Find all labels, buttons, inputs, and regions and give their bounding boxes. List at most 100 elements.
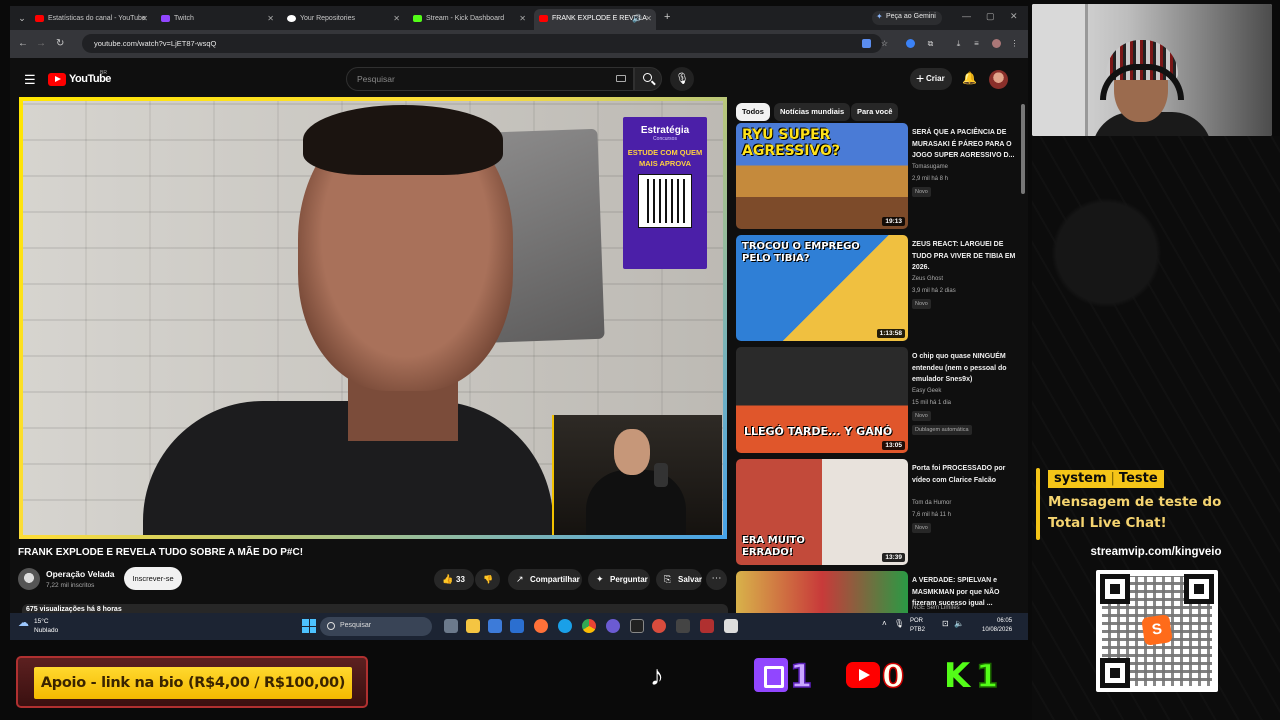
video-thumbnail: RYU SUPER AGRESSIVO? 19:13 xyxy=(736,123,908,229)
new-badge: Novo xyxy=(912,187,931,197)
tab-youtube-studio[interactable]: Estatísticas do canal - YouTube ✕ xyxy=(30,9,152,30)
create-button[interactable]: Criar xyxy=(910,68,952,90)
youtube-logo-icon[interactable] xyxy=(48,73,66,86)
new-tab-icon[interactable]: + xyxy=(664,11,670,23)
notifications-bell-icon[interactable]: 🔔 xyxy=(962,71,977,85)
app-icon[interactable] xyxy=(652,619,666,633)
task-view-icon[interactable] xyxy=(444,619,458,633)
twitch-logo-icon xyxy=(754,658,788,692)
tab-github[interactable]: Your Repositories ✕ xyxy=(282,9,404,30)
extensions-puzzle-icon[interactable]: ⧉ xyxy=(926,39,935,48)
tray-mic-icon[interactable]: 🎙 xyxy=(894,619,904,628)
store-icon[interactable] xyxy=(488,619,502,633)
translate-icon[interactable] xyxy=(862,39,871,48)
bookmark-star-icon[interactable]: ☆ xyxy=(880,39,889,48)
start-windows-icon[interactable] xyxy=(302,619,316,633)
speaker-icon[interactable]: 🔊 xyxy=(632,14,642,23)
tab-kick[interactable]: Stream - Kick Dashboard ✕ xyxy=(408,9,530,30)
streamer-webcam xyxy=(1032,4,1272,136)
app-icon[interactable] xyxy=(724,619,738,633)
search-button[interactable] xyxy=(634,67,662,91)
weather-desc: Nublado xyxy=(34,627,59,634)
profile-icon[interactable] xyxy=(992,39,1001,48)
reload-icon[interactable]: ↻ xyxy=(56,38,64,49)
tab-twitch[interactable]: Twitch ✕ xyxy=(156,9,278,30)
chrome-icon[interactable] xyxy=(582,619,596,633)
voice-search-mic-icon[interactable]: 🎙 xyxy=(670,67,694,91)
volume-icon[interactable]: 🔈 xyxy=(954,619,964,628)
close-tab-icon[interactable]: ✕ xyxy=(519,14,526,23)
maximize-icon[interactable]: ▢ xyxy=(986,11,995,22)
hamburger-menu-icon[interactable]: ☰ xyxy=(24,72,36,88)
address-bar[interactable]: youtube.com/watch?v=LjET87-wsqQ xyxy=(82,34,882,53)
sponsor-banner: Estratégia Concursos ESTUDE COM QUEM MAI… xyxy=(623,117,707,269)
channel-name[interactable]: Operação Velada xyxy=(46,569,115,579)
app-icon[interactable] xyxy=(676,619,690,633)
video-thumbnail xyxy=(736,571,908,617)
like-button[interactable]: 👍 33 xyxy=(434,569,474,590)
tray-chevron-icon[interactable]: ˄ xyxy=(882,619,887,628)
recommendation-item[interactable]: TROCOU O EMPREGO PELO TIBIA? 1:13:58 ZEU… xyxy=(736,235,1016,343)
ask-button[interactable]: ✦ Perguntar xyxy=(588,569,650,590)
subscribe-button[interactable]: Inscrever-se xyxy=(124,567,182,590)
minimize-icon[interactable]: — xyxy=(962,11,971,21)
tab-title: Your Repositories xyxy=(300,15,355,22)
taskbar-search[interactable]: Pesquisar xyxy=(320,617,432,636)
close-tab-icon[interactable]: ✕ xyxy=(267,14,274,23)
account-avatar[interactable] xyxy=(989,70,1008,89)
mail-icon[interactable] xyxy=(510,619,524,633)
tab-search-icon[interactable]: ⌄ xyxy=(14,10,30,26)
chip-all[interactable]: Todos xyxy=(736,103,770,121)
obs-icon[interactable] xyxy=(606,619,620,633)
keyboard-icon[interactable] xyxy=(616,75,626,82)
recommendation-item[interactable]: A VERDADE: SPIELVAN e MASMKMAN por que N… xyxy=(736,571,1016,617)
subscriber-count: 7,22 mil inscritos xyxy=(46,582,95,589)
new-badge: Novo xyxy=(912,523,931,533)
close-tab-icon[interactable]: ✕ xyxy=(645,14,652,23)
app-icon[interactable] xyxy=(630,619,644,633)
download-icon[interactable]: ⤓ xyxy=(954,39,963,48)
close-tab-icon[interactable]: ✕ xyxy=(141,14,148,23)
app-icon[interactable] xyxy=(700,619,714,633)
gemini-button[interactable]: Peça ao Gemini xyxy=(872,11,942,25)
reading-list-icon[interactable]: ≡ xyxy=(972,39,981,48)
system-tray[interactable]: ˄ 🎙 POR PTB2 ⊡ 🔈 xyxy=(882,617,964,635)
recommendation-item[interactable]: RYU SUPER AGRESSIVO? 19:13 SERÁ QUE A PA… xyxy=(736,123,1016,231)
chat-tag: Teste xyxy=(1118,471,1158,486)
close-tab-icon[interactable]: ✕ xyxy=(393,14,400,23)
chip-for-you[interactable]: Para você xyxy=(851,103,899,121)
video-thumbnail: ERA MUITO ERRADO! 13:39 xyxy=(736,459,908,565)
chip-world-news[interactable]: Notícias mundiais xyxy=(774,103,851,121)
keyboard-layout: PTB2 xyxy=(910,627,926,633)
browser-window: ⌄ Estatísticas do canal - YouTube ✕ Twit… xyxy=(10,6,1028,640)
recommendation-item[interactable]: LLEGÓ TARDE... Y GANÓ 13:05 O chip quo q… xyxy=(736,347,1016,455)
weather-widget[interactable]: 15°C Nublado xyxy=(18,617,58,635)
more-actions-icon[interactable]: ⋯ xyxy=(706,569,727,590)
share-button[interactable]: ↗ Compartilhar xyxy=(508,569,582,590)
sponsor-brand: Estratégia xyxy=(640,125,690,136)
firefox-icon[interactable] xyxy=(534,619,548,633)
back-icon[interactable]: ← xyxy=(18,38,28,49)
search-input[interactable]: Pesquisar xyxy=(346,67,634,91)
file-explorer-icon[interactable] xyxy=(466,619,480,633)
channel-avatar[interactable] xyxy=(18,568,40,590)
search-icon xyxy=(643,73,652,82)
close-window-icon[interactable]: ✕ xyxy=(1010,11,1018,22)
tab-current-video[interactable]: FRANK EXPLODE E REVELA 🔊 ✕ xyxy=(534,9,656,30)
dislike-button[interactable]: 👎 xyxy=(475,569,500,590)
edge-icon[interactable] xyxy=(558,619,572,633)
recommendation-item[interactable]: ERA MUITO ERRADO! 13:39 Porta foi PROCES… xyxy=(736,459,1016,567)
save-button[interactable]: ⎘ Salvar xyxy=(656,569,702,590)
qr-finder xyxy=(1100,574,1130,604)
taskbar-clock[interactable]: 06:05 10/08/2026 xyxy=(982,617,1012,635)
stream-qr-code: S xyxy=(1096,570,1218,692)
menu-kebab-icon[interactable]: ⋮ xyxy=(1010,39,1019,48)
network-icon[interactable]: ⊡ xyxy=(942,619,949,628)
video-player[interactable]: Estratégia Concursos ESTUDE COM QUEM MAI… xyxy=(19,97,727,539)
extension-icon[interactable] xyxy=(906,39,915,48)
scrollbar-thumb[interactable] xyxy=(1021,104,1025,194)
input-language: POR xyxy=(910,618,924,624)
url-text: youtube.com/watch?v=LjET87-wsqQ xyxy=(94,39,217,48)
forward-icon[interactable]: → xyxy=(36,38,46,49)
page-scrollbar[interactable] xyxy=(1020,98,1026,618)
